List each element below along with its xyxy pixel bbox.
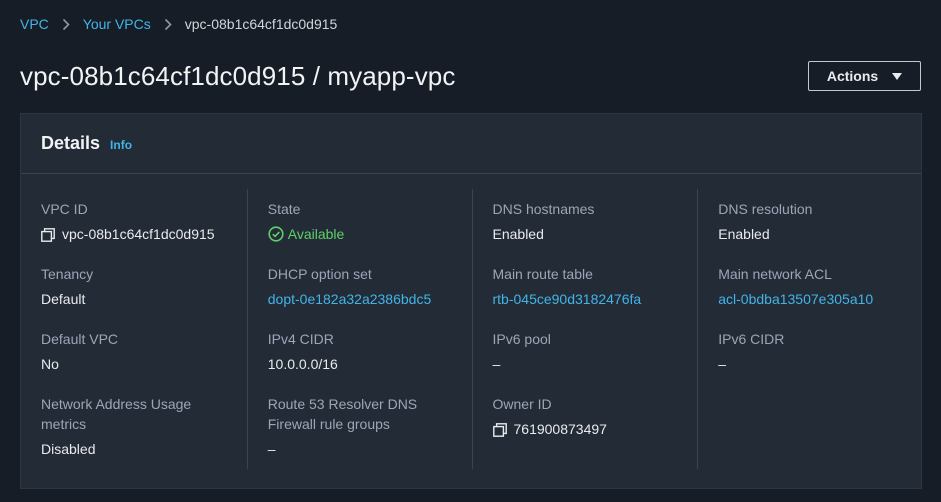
field-label: Firewall rule groups [267,416,390,432]
dns-resolution-value: Enabled [718,226,770,242]
breadcrumb: VPC Your VPCs vpc-08b1c64cf1dc0d915 [20,14,337,34]
field-route53-resolver-dns-firewall: Route 53 Resolver DNS Firewall rule grou… [268,394,464,459]
field-label: DNS resolution [718,201,813,217]
field-label: IPv6 pool [492,331,551,347]
tenancy-value: Default [41,291,86,307]
breadcrumb-link-vpc[interactable]: VPC [20,16,49,32]
details-header: Details Info [21,114,921,174]
field-label: VPC ID [41,201,88,217]
copy-icon[interactable] [492,422,507,437]
details-column-1: VPC ID vpc-08b1c64cf1dc0d915 Tenancy Def… [21,189,247,469]
field-dns-resolution: DNS resolution Enabled [718,199,913,244]
chevron-right-icon [55,14,77,34]
field-label: Route 53 Resolver DNS [267,396,418,412]
details-panel: Details Info VPC ID vpc-08b1c64cf1dc0d91… [20,113,922,489]
ipv4-cidr-value: 10.0.0.0/16 [267,356,338,372]
field-vpc-id: VPC ID vpc-08b1c64cf1dc0d915 [41,199,239,244]
caret-down-icon [892,72,903,80]
field-label: Owner ID [492,396,552,412]
details-column-2: State Available DHCP option set dopt-0e1… [246,189,472,469]
details-title: Details [41,133,101,153]
breadcrumb-current: vpc-08b1c64cf1dc0d915 [184,16,338,32]
info-link[interactable]: Info [110,138,132,152]
field-ipv4-cidr: IPv4 CIDR 10.0.0.0/16 [268,329,464,374]
field-label: Default VPC [41,331,119,347]
field-dns-hostnames: DNS hostnames Enabled [493,199,690,244]
field-ipv6-cidr: IPv6 CIDR – [718,329,913,374]
state-value: Available [287,226,345,242]
field-label: Tenancy [41,266,94,282]
field-main-network-acl: Main network ACL acl-0bdba13507e305a10 [718,264,913,309]
field-state: State Available [268,199,464,244]
field-main-route-table: Main route table rtb-045ce90d3182476fa [493,264,690,309]
route53-dns-firewall-value: – [267,441,276,457]
field-network-address-usage-metrics: Network Address Usage metrics Disabled [41,394,239,459]
page-title: vpc-08b1c64cf1dc0d915 / myapp-vpc [20,60,456,91]
field-label: DNS hostnames [492,201,595,217]
field-label: Network Address Usage [41,396,192,412]
ipv6-cidr-value: – [718,356,727,372]
breadcrumb-link-your-vpcs[interactable]: Your VPCs [83,16,151,32]
field-label: State [267,201,301,217]
field-label: Main network ACL [718,266,832,282]
page-header: vpc-08b1c64cf1dc0d915 / myapp-vpc Action… [20,56,921,96]
field-label: IPv4 CIDR [267,331,334,347]
default-vpc-value: No [41,356,59,372]
check-circle-icon [268,226,284,242]
details-column-4: DNS resolution Enabled Main network ACL … [697,189,921,469]
actions-button-label: Actions [826,68,879,84]
field-ipv6-pool: IPv6 pool – [493,329,690,374]
field-dhcp-option-set: DHCP option set dopt-0e182a32a2386bdc5 [268,264,464,309]
actions-button[interactable]: Actions [808,61,921,91]
details-column-3: DNS hostnames Enabled Main route table r… [471,189,698,469]
field-tenancy: Tenancy Default [41,264,239,309]
nau-metrics-value: Disabled [41,441,96,457]
field-label: metrics [41,416,87,432]
vpc-id-value: vpc-08b1c64cf1dc0d915 [62,226,215,242]
dns-hostnames-value: Enabled [492,226,544,242]
dhcp-option-set-link[interactable]: dopt-0e182a32a2386bdc5 [268,289,464,309]
ipv6-pool-value: – [492,356,501,372]
field-owner-id: Owner ID 761900873497 [493,394,690,439]
main-route-table-link[interactable]: rtb-045ce90d3182476fa [493,289,690,309]
details-grid: VPC ID vpc-08b1c64cf1dc0d915 Tenancy Def… [21,189,921,469]
field-label: IPv6 CIDR [718,331,785,347]
field-default-vpc: Default VPC No [41,329,239,374]
copy-icon[interactable] [41,227,55,242]
field-label: DHCP option set [267,266,372,282]
main-network-acl-link[interactable]: acl-0bdba13507e305a10 [718,289,913,309]
chevron-right-icon [157,14,179,34]
field-label: Main route table [492,266,593,282]
owner-id-value: 761900873497 [513,421,607,437]
